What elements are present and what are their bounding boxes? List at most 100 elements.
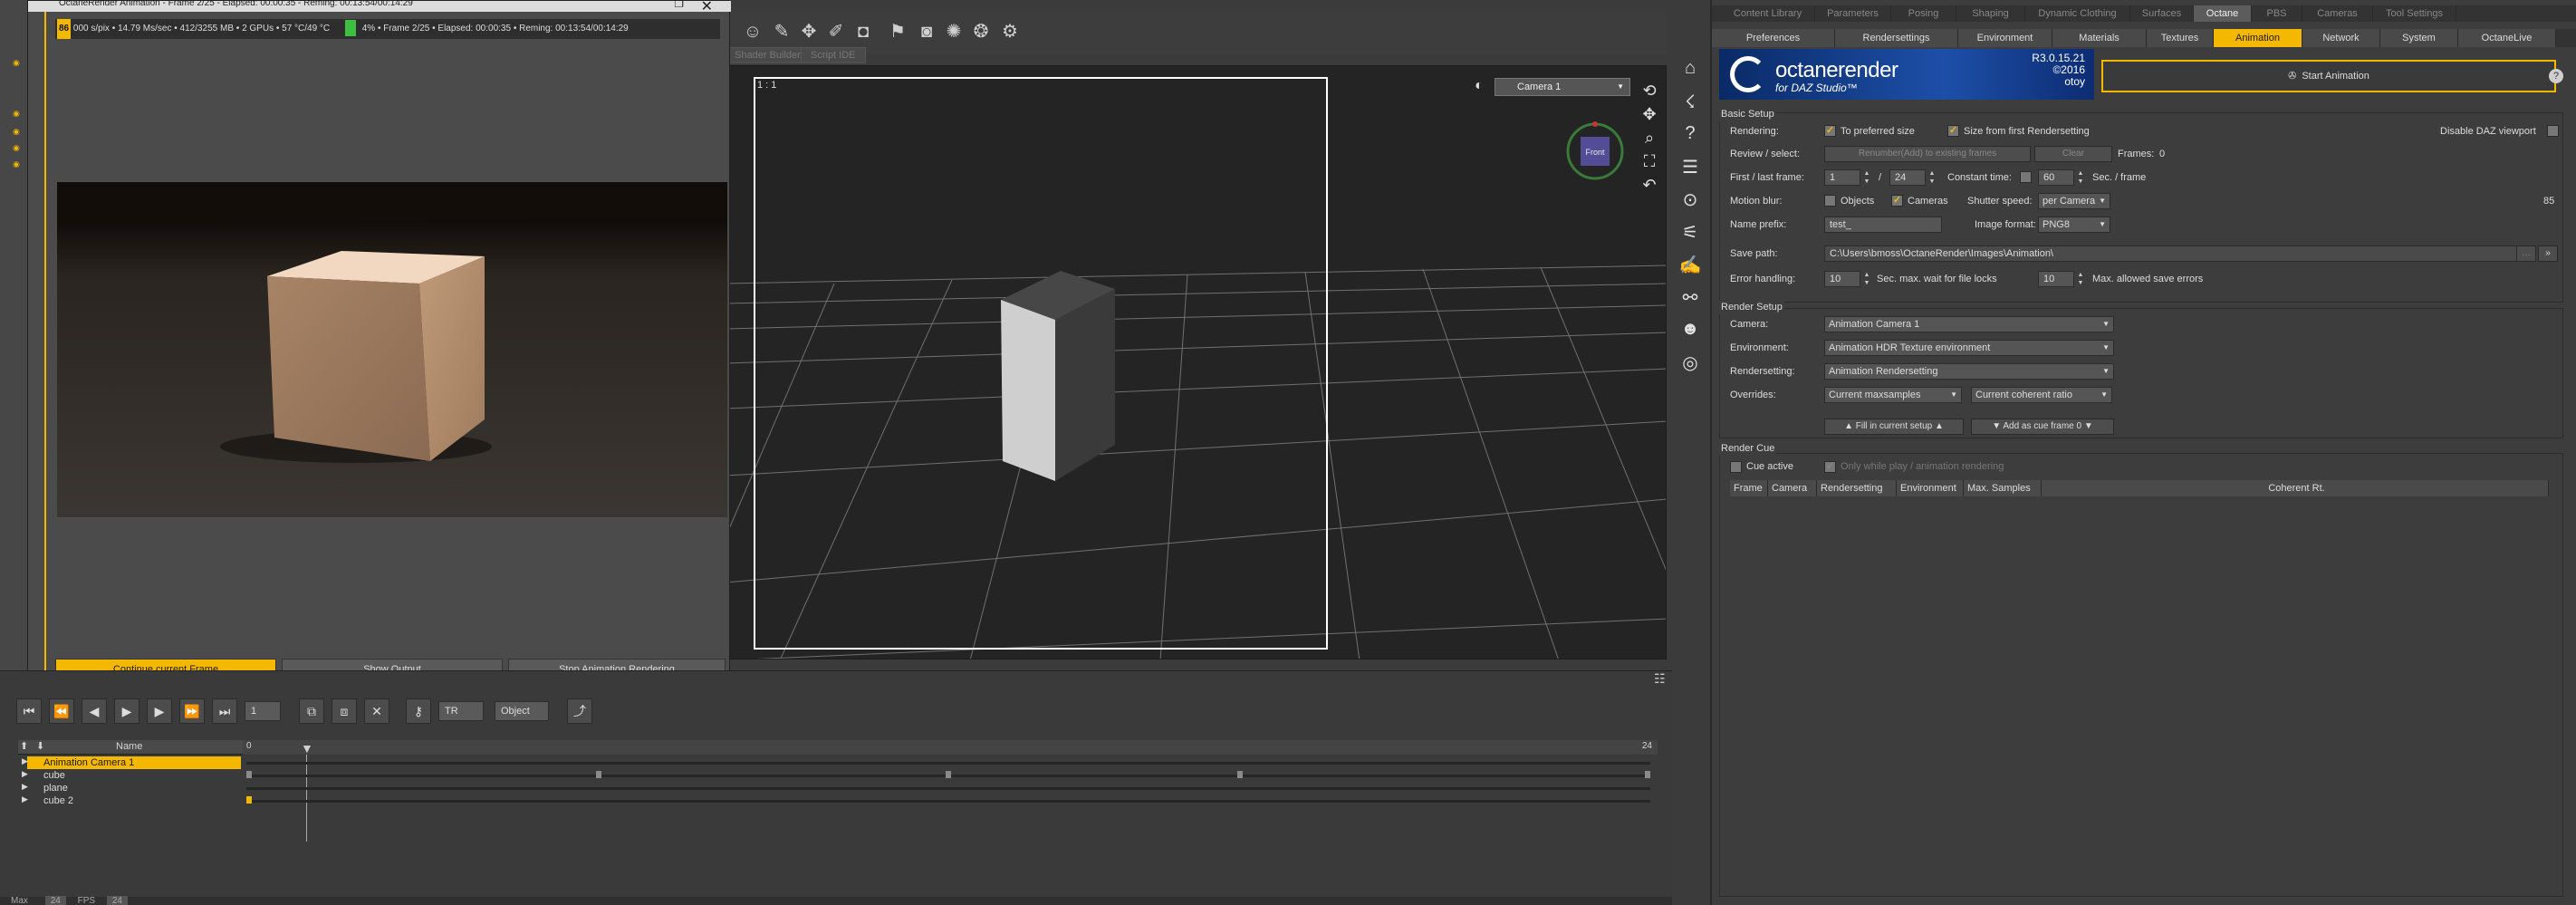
- draw-style-icon[interactable]: ◐: [1475, 78, 1484, 94]
- tab-rendersettings[interactable]: Rendersettings: [1835, 29, 1958, 47]
- eye-icon[interactable]: ◉: [13, 143, 25, 152]
- keyframe[interactable]: [246, 771, 252, 778]
- add-cue-frame-button[interactable]: ▼ Add as cue frame 0 ▼: [1971, 419, 2114, 435]
- tab-octane[interactable]: Octane: [2194, 5, 2252, 22]
- octane-settings-icon[interactable]: ⚙: [998, 20, 1022, 43]
- col-max-samples[interactable]: Max. Samples: [1964, 480, 2042, 496]
- weight-tool-icon[interactable]: ✐: [824, 20, 848, 43]
- sliders-icon[interactable]: ⚟: [1674, 221, 1706, 254]
- first-frame-field[interactable]: 1: [1824, 169, 1860, 186]
- preferred-size-checkbox[interactable]: ✓: [1824, 125, 1836, 137]
- tab-cameras[interactable]: Cameras: [2302, 5, 2373, 22]
- objects-checkbox[interactable]: [1824, 195, 1836, 207]
- name-prefix-field[interactable]: test_: [1824, 217, 1942, 233]
- rendersetting-select[interactable]: Animation Rendersetting: [1824, 363, 2114, 380]
- col-frame[interactable]: Frame: [1730, 480, 1768, 496]
- error-wait-field[interactable]: 10: [1824, 271, 1860, 287]
- pane-menu-icon[interactable]: ☷: [1654, 671, 1666, 687]
- open-folder-button[interactable]: »: [2538, 246, 2558, 262]
- tab-environment[interactable]: Environment: [1958, 29, 2052, 47]
- spinner-icon[interactable]: ▲ ▼: [1862, 169, 1871, 186]
- expand-icon[interactable]: ▶: [22, 782, 28, 792]
- orbit-icon[interactable]: ⟲: [1636, 82, 1663, 105]
- help-icon[interactable]: ?: [1674, 123, 1706, 156]
- octane-logo-icon[interactable]: ✺: [942, 20, 966, 43]
- restore-icon[interactable]: ❐: [674, 0, 684, 10]
- col-coherent-ratio[interactable]: Coherent Rt.: [2042, 480, 2549, 496]
- eye-icon[interactable]: ◉: [13, 159, 25, 168]
- key-icon[interactable]: ⚷: [406, 698, 431, 724]
- track-cube-2[interactable]: cube 2: [27, 794, 241, 807]
- constant-time-checkbox[interactable]: [2020, 171, 2032, 183]
- shutter-speed-select[interactable]: per Camera: [2038, 193, 2110, 209]
- expand-icon[interactable]: ▶: [22, 756, 28, 766]
- spinner-icon[interactable]: ▲ ▼: [1927, 169, 1937, 186]
- timeline-ruler[interactable]: 0 24: [243, 740, 1658, 755]
- render-window[interactable]: OctaneRender Animation - Frame 2/25 - El…: [27, 0, 731, 682]
- browse-button[interactable]: …: [2516, 246, 2536, 262]
- figure-tool-icon[interactable]: ☺: [741, 20, 764, 43]
- frame-icon[interactable]: ⛶: [1636, 152, 1663, 176]
- eye-icon[interactable]: ◉: [13, 127, 25, 136]
- tab-textures[interactable]: Textures: [2147, 29, 2214, 47]
- globe-icon[interactable]: ◎: [1674, 351, 1706, 384]
- camera-select[interactable]: Camera 1 ▼: [1495, 78, 1630, 96]
- paste-key-icon[interactable]: ⧈: [332, 698, 357, 724]
- track-cube[interactable]: cube: [27, 769, 241, 782]
- brush-tool-icon[interactable]: ✎: [770, 20, 793, 43]
- tab-surfaces[interactable]: Surfaces: [2130, 5, 2194, 22]
- expand-icon[interactable]: ▶: [22, 794, 28, 804]
- tab-tool-settings[interactable]: Tool Settings: [2373, 5, 2456, 22]
- cue-active-checkbox[interactable]: [1730, 461, 1742, 473]
- go-end-icon[interactable]: ⏭: [212, 698, 237, 724]
- keyframe[interactable]: [596, 771, 601, 778]
- tab-dynamic-clothing[interactable]: Dynamic Clothing: [2025, 5, 2130, 22]
- play-icon[interactable]: ▶: [114, 698, 139, 724]
- octane-render-icon[interactable]: ❂: [969, 20, 993, 43]
- step-forward-icon[interactable]: ▶: [147, 698, 172, 724]
- object-select[interactable]: Object: [495, 701, 549, 721]
- curve-icon[interactable]: ⤴: [567, 698, 592, 724]
- step-back-icon[interactable]: ◀: [82, 698, 107, 724]
- camera-select-anim[interactable]: Animation Camera 1: [1824, 316, 2114, 332]
- spinner-icon[interactable]: ▲ ▼: [2076, 169, 2085, 186]
- track-plane[interactable]: plane: [27, 782, 241, 794]
- clear-button[interactable]: Clear: [2034, 146, 2112, 162]
- disable-daz-checkbox[interactable]: [2547, 125, 2559, 137]
- fill-current-setup-button[interactable]: ▲ Fill in current setup ▲: [1824, 419, 1964, 435]
- col-camera[interactable]: Camera: [1768, 480, 1817, 496]
- mode-select[interactable]: TR: [438, 701, 484, 721]
- help-button[interactable]: ?: [2549, 69, 2563, 83]
- fps-field[interactable]: 24: [106, 896, 128, 905]
- keyframe[interactable]: [946, 771, 951, 778]
- cameras-checkbox[interactable]: ✓: [1891, 195, 1903, 207]
- tab-posing[interactable]: Posing: [1891, 5, 1956, 22]
- col-environment[interactable]: Environment: [1897, 480, 1964, 496]
- constant-time-field[interactable]: 60: [2038, 169, 2074, 186]
- tab-materials[interactable]: Materials: [2052, 29, 2147, 47]
- tab-preferences[interactable]: Preferences: [1712, 29, 1835, 47]
- eye-icon[interactable]: ◉: [13, 58, 25, 67]
- spinner-icon[interactable]: ▲ ▼: [2076, 271, 2085, 287]
- render-camera-icon[interactable]: ◘: [851, 20, 875, 43]
- next-key-icon[interactable]: ⏩: [179, 698, 205, 724]
- close-icon[interactable]: ✕: [701, 0, 713, 15]
- error-max-field[interactable]: 10: [2038, 271, 2074, 287]
- current-frame-field[interactable]: 1: [245, 701, 281, 721]
- tab-network[interactable]: Network: [2302, 29, 2380, 47]
- only-while-checkbox[interactable]: ✓: [1824, 461, 1836, 473]
- tab-script-ide[interactable]: Script IDE: [801, 47, 866, 63]
- keyframe[interactable]: [246, 796, 252, 804]
- keyframe[interactable]: [1237, 771, 1243, 778]
- start-animation-button[interactable]: ✇ Start Animation: [2101, 60, 2556, 92]
- lock-icon[interactable]: ⊙: [1674, 188, 1706, 221]
- brush-icon[interactable]: ✍: [1674, 254, 1706, 286]
- last-frame-field[interactable]: 24: [1889, 169, 1926, 186]
- pose-icon[interactable]: ☇: [1674, 91, 1706, 123]
- add-track-icon[interactable]: ⬆: [20, 740, 28, 752]
- track-animation-camera-1[interactable]: Animation Camera 1: [27, 756, 241, 769]
- tab-shaping[interactable]: Shaping: [1956, 5, 2025, 22]
- track-lane[interactable]: [246, 787, 1650, 790]
- tab-parameters[interactable]: Parameters: [1815, 5, 1891, 22]
- environment-select[interactable]: Animation HDR Texture environment: [1824, 340, 2114, 356]
